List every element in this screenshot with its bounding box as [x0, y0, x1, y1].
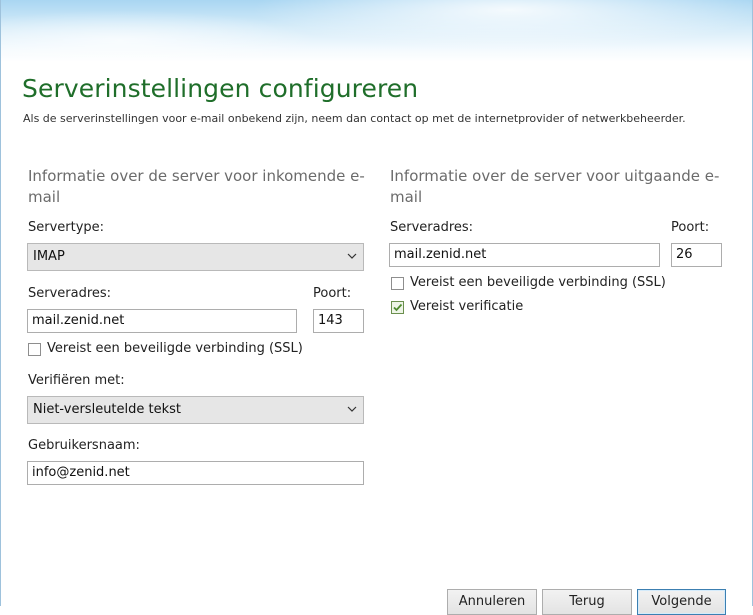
outgoing-verify-label: Vereist verificatie	[410, 299, 524, 314]
page-subtitle: Als de serverinstellingen voor e-mail on…	[23, 112, 686, 125]
outgoing-verify-checkbox[interactable]	[391, 301, 404, 314]
incoming-ssl-checkbox-row[interactable]: Vereist een beveiligde verbinding (SSL)	[28, 341, 328, 360]
cancel-button[interactable]: Annuleren	[447, 589, 537, 615]
auth-method-label: Verifiëren met:	[28, 373, 125, 388]
chevron-down-icon	[347, 406, 357, 412]
server-type-select[interactable]: IMAP	[27, 243, 364, 271]
server-type-label: Servertype:	[28, 220, 105, 235]
window-border-left	[0, 0, 1, 606]
incoming-port-label: Poort:	[313, 286, 352, 301]
banner-swirl	[250, 0, 753, 50]
outgoing-verify-checkbox-row[interactable]: Vereist verificatie	[391, 299, 591, 318]
incoming-port-input[interactable]: 143	[313, 309, 364, 333]
outgoing-server-address-input[interactable]: mail.zenid.net	[389, 243, 660, 267]
checkmark-icon	[393, 303, 403, 312]
incoming-section-title: Informatie over de server voor inkomende…	[28, 167, 365, 206]
username-label: Gebruikersnaam:	[28, 438, 140, 453]
auth-method-value: Niet-versleutelde tekst	[33, 402, 182, 417]
auth-method-select[interactable]: Niet-versleutelde tekst	[27, 396, 364, 424]
back-button[interactable]: Terug	[542, 589, 632, 615]
header-banner	[0, 0, 753, 62]
chevron-down-icon	[347, 253, 357, 259]
outgoing-ssl-label: Vereist een beveiligde verbinding (SSL)	[410, 275, 666, 290]
outgoing-ssl-checkbox-row[interactable]: Vereist een beveiligde verbinding (SSL)	[391, 275, 691, 294]
next-button[interactable]: Volgende	[637, 589, 726, 615]
server-type-value: IMAP	[33, 249, 65, 264]
outgoing-server-address-label: Serveradres:	[390, 220, 474, 235]
outgoing-ssl-checkbox[interactable]	[391, 277, 404, 290]
outgoing-port-input[interactable]: 26	[671, 243, 722, 267]
outgoing-port-label: Poort:	[671, 220, 710, 235]
incoming-ssl-label: Vereist een beveiligde verbinding (SSL)	[47, 341, 303, 356]
incoming-server-address-label: Serveradres:	[28, 286, 112, 301]
page-title: Serverinstellingen configureren	[22, 74, 419, 103]
outgoing-section-title: Informatie over de server voor uitgaande…	[390, 167, 720, 206]
incoming-server-address-input[interactable]: mail.zenid.net	[27, 309, 297, 333]
username-input[interactable]: info@zenid.net	[27, 461, 364, 485]
incoming-ssl-checkbox[interactable]	[28, 343, 41, 356]
